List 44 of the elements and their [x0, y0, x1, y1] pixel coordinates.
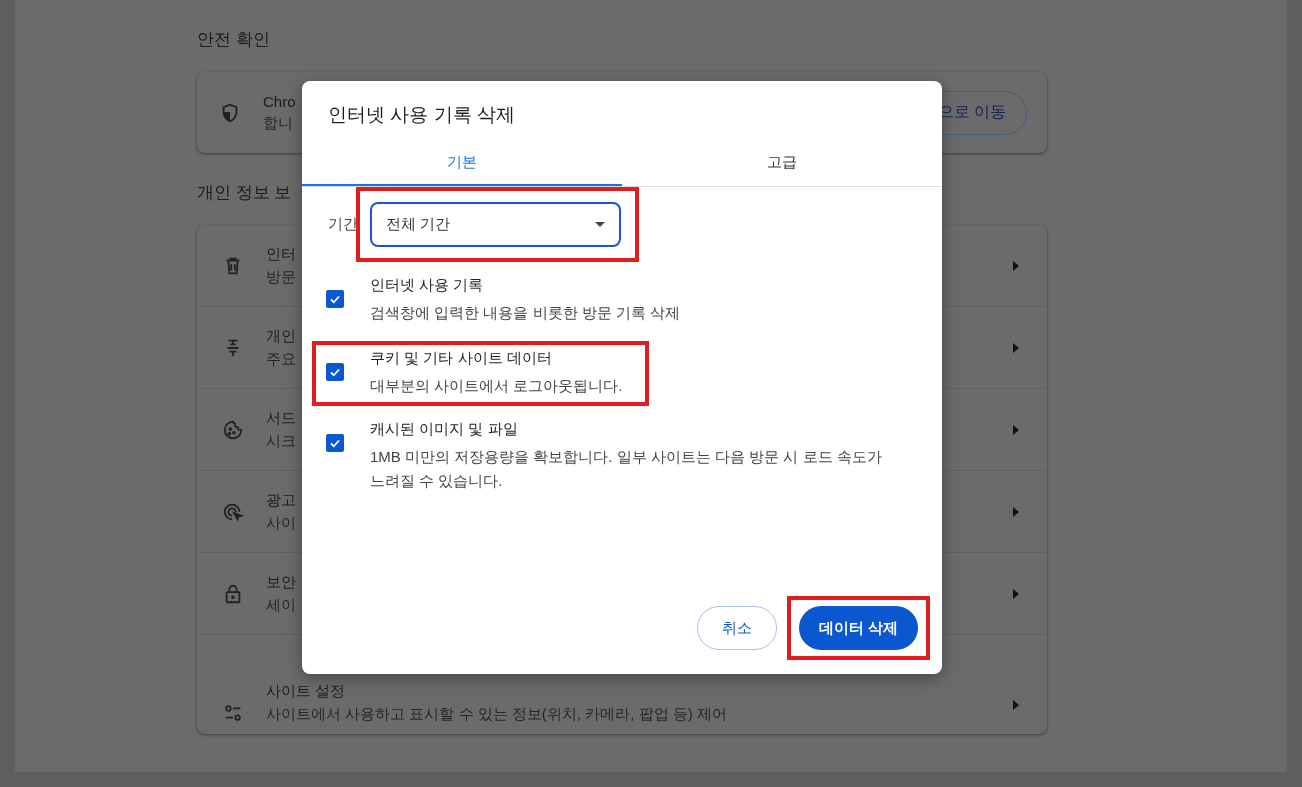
check-icon [329, 437, 341, 449]
option-title: 인터넷 사용 기록 [370, 276, 485, 295]
card-text: 합니 [263, 113, 293, 133]
checkbox[interactable] [326, 363, 344, 381]
dialog-title: 인터넷 사용 기록 삭제 [327, 103, 516, 127]
section-heading: 안전 확인 [197, 29, 271, 51]
tab[interactable]: 기본 [302, 141, 622, 186]
arrow-icon[interactable] [1013, 342, 1019, 353]
option-description: 1MB 미만의 저장용량을 확보합니다. 일부 사이트는 다음 방문 시 로드 속도가 느려질 수 있습니다. [370, 447, 883, 491]
option-title: 캐시된 이미지 및 파일 [370, 420, 519, 439]
row-title: 보안 [266, 572, 296, 592]
option-title: 쿠키 및 기타 사이트 데이터 [370, 349, 553, 368]
range-label: 기간 [328, 215, 359, 234]
arrow-icon[interactable] [1013, 424, 1019, 435]
row-title: 사이트 설정 [266, 682, 346, 701]
tab[interactable]: 고급 [622, 141, 942, 186]
cancel-button[interactable]: 취소 [696, 606, 777, 650]
checkbox[interactable] [326, 434, 344, 452]
row-subtitle: 시크 [266, 431, 296, 451]
row-title: 광고 [266, 490, 296, 510]
row-title: 인터 [266, 244, 296, 264]
caret-icon [595, 222, 605, 227]
row-subtitle: 사이트에서 사용하고 표시할 수 있는 정보(위치, 카메라, 팝업 등) 제어 [266, 705, 727, 724]
check-icon [329, 293, 341, 305]
arrow-icon[interactable] [1013, 588, 1019, 599]
row-title: 서드 [266, 408, 296, 428]
cookie-icon [222, 418, 244, 441]
range-dropdown[interactable]: 전체 기간 [370, 202, 621, 247]
arrow-icon[interactable] [1013, 700, 1019, 710]
card-text: Chro [263, 92, 296, 110]
row-subtitle: 방문 [266, 267, 296, 287]
option-description: 검색창에 입력한 내용을 비롯한 방문 기록 삭제 [370, 303, 680, 323]
section-heading: 개인 정보 보 [197, 182, 293, 204]
row-subtitle: 주요 [266, 349, 296, 369]
sliders-icon [222, 702, 244, 724]
delete-data-button[interactable]: 데이터 삭제 [798, 606, 918, 650]
row-subtitle: 사이 [266, 513, 296, 533]
arrow-icon[interactable] [1013, 260, 1019, 271]
checkbox[interactable] [326, 290, 344, 308]
check-icon [329, 366, 341, 378]
option-description: 대부분의 사이트에서 로그아웃됩니다. [370, 376, 623, 396]
row-title: 개인 [266, 326, 296, 346]
row-subtitle: 세이 [266, 595, 296, 615]
arrow-icon[interactable] [1013, 506, 1019, 517]
